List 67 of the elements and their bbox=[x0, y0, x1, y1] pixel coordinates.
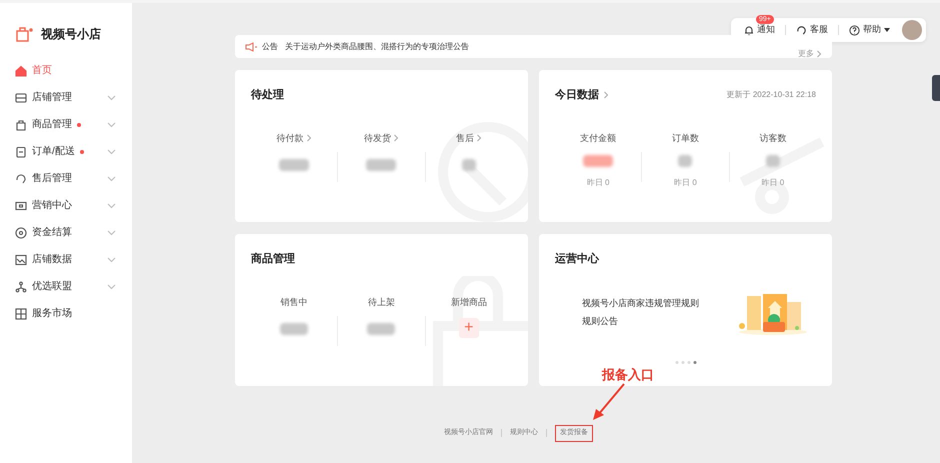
shop-logo-icon bbox=[15, 26, 33, 42]
card-title: 运营中心 bbox=[555, 252, 600, 267]
ticket-icon bbox=[15, 200, 27, 212]
sidebar-item[interactable]: 店铺数据 bbox=[0, 246, 132, 273]
blurred-value bbox=[366, 159, 396, 171]
annotation-arrow bbox=[592, 383, 626, 421]
grid-icon bbox=[15, 308, 27, 320]
stat-label: 待上架 bbox=[368, 296, 395, 308]
card-title-link[interactable]: 今日数据 bbox=[555, 87, 609, 104]
stat-label: 销售中 bbox=[280, 296, 308, 308]
sidebar-item[interactable]: 售后管理 bbox=[0, 165, 132, 192]
stat-label: 新增商品 bbox=[450, 296, 487, 308]
brand-name: 视频号小店 bbox=[41, 26, 101, 43]
store-icon bbox=[15, 92, 27, 104]
help-button[interactable]: 帮助 bbox=[849, 23, 890, 37]
annotation-text: 报备入口 bbox=[602, 366, 654, 384]
blurred-value bbox=[678, 155, 692, 167]
stat-label: 订单数 bbox=[672, 132, 699, 144]
blurred-value bbox=[766, 155, 780, 167]
caret-down-icon bbox=[884, 28, 890, 32]
sidebar-item[interactable]: 服务市场 bbox=[0, 300, 132, 327]
megaphone-icon bbox=[245, 42, 257, 52]
chart-icon bbox=[15, 254, 27, 266]
yesterday-value: 昨日 0 bbox=[674, 177, 697, 189]
sidebar-item[interactable]: 订单/配送 bbox=[0, 138, 132, 165]
bell-icon bbox=[744, 24, 754, 36]
stat-link[interactable]: 待发货 bbox=[364, 132, 399, 145]
chevron-right-icon bbox=[603, 91, 609, 100]
blurred-value bbox=[583, 155, 614, 167]
stat-label: 访客数 bbox=[759, 132, 786, 144]
home-icon bbox=[15, 64, 27, 76]
stat-link[interactable]: 待付款 bbox=[276, 132, 312, 145]
network-icon bbox=[15, 280, 27, 292]
sidebar-item[interactable]: 营销中心 bbox=[0, 192, 132, 219]
coin-icon bbox=[15, 226, 27, 238]
blurred-value bbox=[279, 159, 310, 171]
blurred-value bbox=[280, 323, 308, 335]
customer-service-button[interactable]: 客服 bbox=[796, 23, 828, 37]
sidebar-item[interactable]: 店铺管理 bbox=[0, 84, 132, 111]
blurred-value bbox=[462, 159, 476, 171]
update-time: 更新于 2022-10-31 22:18 bbox=[726, 89, 816, 102]
headset-icon bbox=[796, 24, 807, 36]
sidebar-item[interactable]: 资金结算 bbox=[0, 219, 132, 246]
chevron-right-icon bbox=[392, 134, 399, 142]
chevron-right-icon bbox=[476, 134, 482, 142]
sidebar-item[interactable]: 优选联盟 bbox=[0, 273, 132, 300]
blurred-value bbox=[367, 323, 396, 335]
yesterday-value: 昨日 0 bbox=[761, 177, 784, 189]
card-title: 商品管理 bbox=[251, 252, 296, 267]
stat-link[interactable]: 售后 bbox=[456, 132, 482, 145]
notice-text[interactable]: 关于运动户外类商品腰围、混搭行为的专项治理公告 bbox=[285, 40, 469, 52]
headset-icon bbox=[15, 172, 27, 184]
notification-button[interactable]: 通知 bbox=[744, 23, 775, 37]
sidebar-item[interactable]: 商品管理 bbox=[0, 111, 132, 138]
stat-label: 支付金额 bbox=[580, 132, 616, 144]
announcement-text[interactable]: 视频号小店商家违规管理规则 bbox=[582, 296, 699, 310]
chevron-right-icon bbox=[306, 134, 312, 142]
announcement-text[interactable]: 规则公告 bbox=[582, 314, 699, 328]
question-icon bbox=[849, 24, 860, 36]
yesterday-value: 昨日 0 bbox=[586, 177, 610, 189]
side-tab[interactable] bbox=[932, 75, 940, 101]
avatar[interactable] bbox=[902, 20, 922, 40]
bag-icon bbox=[15, 118, 27, 130]
chevron-right-icon bbox=[816, 50, 822, 58]
clipboard-icon bbox=[15, 146, 27, 158]
card-title: 待处理 bbox=[251, 88, 285, 103]
notice-tag: 公告 bbox=[262, 40, 278, 52]
